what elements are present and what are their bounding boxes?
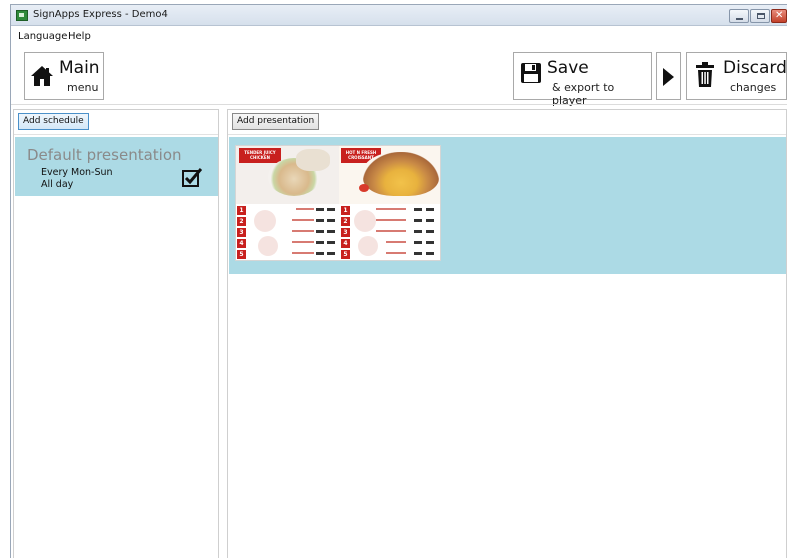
checkbox-checked-icon[interactable] bbox=[182, 168, 202, 188]
row-price bbox=[316, 241, 324, 244]
row-price bbox=[426, 219, 434, 222]
thumbnail-image-right: HOT N FRESH CROISSANT bbox=[339, 146, 440, 204]
presentation-panel: Add presentation TENDER JUICY CHICKEN HO… bbox=[227, 109, 787, 558]
row-number: 1 bbox=[237, 206, 246, 215]
thumbnail-image-left: TENDER JUICY CHICKEN bbox=[236, 146, 339, 204]
row-price bbox=[414, 252, 422, 255]
row-number: 3 bbox=[341, 228, 350, 237]
row-number: 5 bbox=[237, 250, 246, 259]
row-price bbox=[414, 230, 422, 233]
row-price bbox=[327, 252, 335, 255]
row-text bbox=[386, 241, 406, 243]
row-price bbox=[426, 230, 434, 233]
trash-icon bbox=[696, 62, 714, 87]
menu-bar: Language Help bbox=[11, 27, 787, 45]
row-price bbox=[426, 252, 434, 255]
play-arrow-icon bbox=[663, 68, 674, 86]
tomato-food-image bbox=[359, 184, 369, 192]
presentation-strip: TENDER JUICY CHICKEN HOT N FRESH CROISSA… bbox=[229, 137, 786, 274]
wrap-food-image bbox=[296, 149, 330, 171]
main-button-title: Main bbox=[59, 58, 100, 78]
row-price bbox=[327, 241, 335, 244]
presentation-thumbnail[interactable]: TENDER JUICY CHICKEN HOT N FRESH CROISSA… bbox=[235, 145, 441, 261]
decorative-circle bbox=[254, 210, 276, 232]
title-bar[interactable]: SignApps Express - Demo4 ✕ bbox=[11, 5, 787, 26]
home-icon bbox=[31, 66, 53, 86]
discard-button-subtitle: changes bbox=[730, 81, 777, 94]
schedule-days: Every Mon-Sun bbox=[41, 167, 113, 178]
close-icon: ✕ bbox=[775, 10, 784, 21]
row-price bbox=[316, 219, 324, 222]
maximize-icon bbox=[757, 13, 765, 19]
discard-changes-button[interactable]: Discard changes bbox=[686, 52, 787, 100]
row-price bbox=[327, 230, 335, 233]
row-price bbox=[414, 219, 422, 222]
row-text bbox=[292, 230, 314, 232]
thumbnail-tag-left: TENDER JUICY CHICKEN bbox=[239, 148, 281, 163]
row-text bbox=[376, 219, 406, 221]
row-number: 4 bbox=[237, 239, 246, 248]
main-menu-button[interactable]: Main menu bbox=[24, 52, 104, 100]
row-text bbox=[376, 208, 406, 210]
row-text bbox=[292, 219, 314, 221]
close-button[interactable]: ✕ bbox=[771, 9, 787, 23]
window-title: SignApps Express - Demo4 bbox=[33, 9, 168, 20]
panel-separator bbox=[228, 134, 786, 135]
maximize-button[interactable] bbox=[750, 9, 770, 23]
main-button-subtitle: menu bbox=[67, 81, 99, 94]
row-number: 2 bbox=[237, 217, 246, 226]
row-number: 3 bbox=[237, 228, 246, 237]
schedule-title: Default presentation bbox=[27, 146, 182, 164]
row-number: 1 bbox=[341, 206, 350, 215]
decorative-circle bbox=[354, 210, 376, 232]
row-text bbox=[386, 252, 406, 254]
decorative-circle bbox=[358, 236, 378, 256]
row-price bbox=[414, 241, 422, 244]
row-price bbox=[316, 208, 324, 211]
schedule-panel: Add schedule Default presentation Every … bbox=[13, 109, 219, 558]
add-presentation-button[interactable]: Add presentation bbox=[232, 113, 320, 130]
toolbar-divider bbox=[11, 104, 787, 105]
row-price bbox=[327, 208, 335, 211]
row-price bbox=[316, 230, 324, 233]
row-number: 2 bbox=[341, 217, 350, 226]
decorative-circle bbox=[258, 236, 278, 256]
menu-language[interactable]: Language bbox=[18, 31, 67, 42]
app-icon bbox=[16, 10, 28, 21]
discard-button-title: Discard bbox=[723, 58, 787, 78]
row-price bbox=[316, 252, 324, 255]
minimize-button[interactable] bbox=[729, 9, 749, 23]
export-arrow-button[interactable] bbox=[656, 52, 681, 100]
row-number: 5 bbox=[341, 250, 350, 259]
row-price bbox=[426, 208, 434, 211]
row-text bbox=[292, 252, 314, 254]
croissant-food-image bbox=[363, 152, 439, 196]
row-text bbox=[376, 230, 406, 232]
menu-help[interactable]: Help bbox=[68, 31, 91, 42]
schedule-time: All day bbox=[41, 179, 74, 190]
schedule-item[interactable]: Default presentation Every Mon-Sun All d… bbox=[15, 137, 218, 196]
row-number: 4 bbox=[341, 239, 350, 248]
row-price bbox=[426, 241, 434, 244]
row-price bbox=[327, 219, 335, 222]
row-text bbox=[296, 208, 314, 210]
save-export-button[interactable]: Save & export to player bbox=[513, 52, 652, 107]
floppy-disk-icon bbox=[521, 63, 541, 83]
row-text bbox=[292, 241, 314, 243]
panel-separator bbox=[14, 134, 218, 135]
add-schedule-button[interactable]: Add schedule bbox=[18, 113, 89, 130]
save-button-title: Save bbox=[547, 58, 589, 78]
app-window: SignApps Express - Demo4 ✕ Language Help… bbox=[10, 4, 787, 558]
minimize-icon bbox=[736, 18, 743, 20]
row-price bbox=[414, 208, 422, 211]
